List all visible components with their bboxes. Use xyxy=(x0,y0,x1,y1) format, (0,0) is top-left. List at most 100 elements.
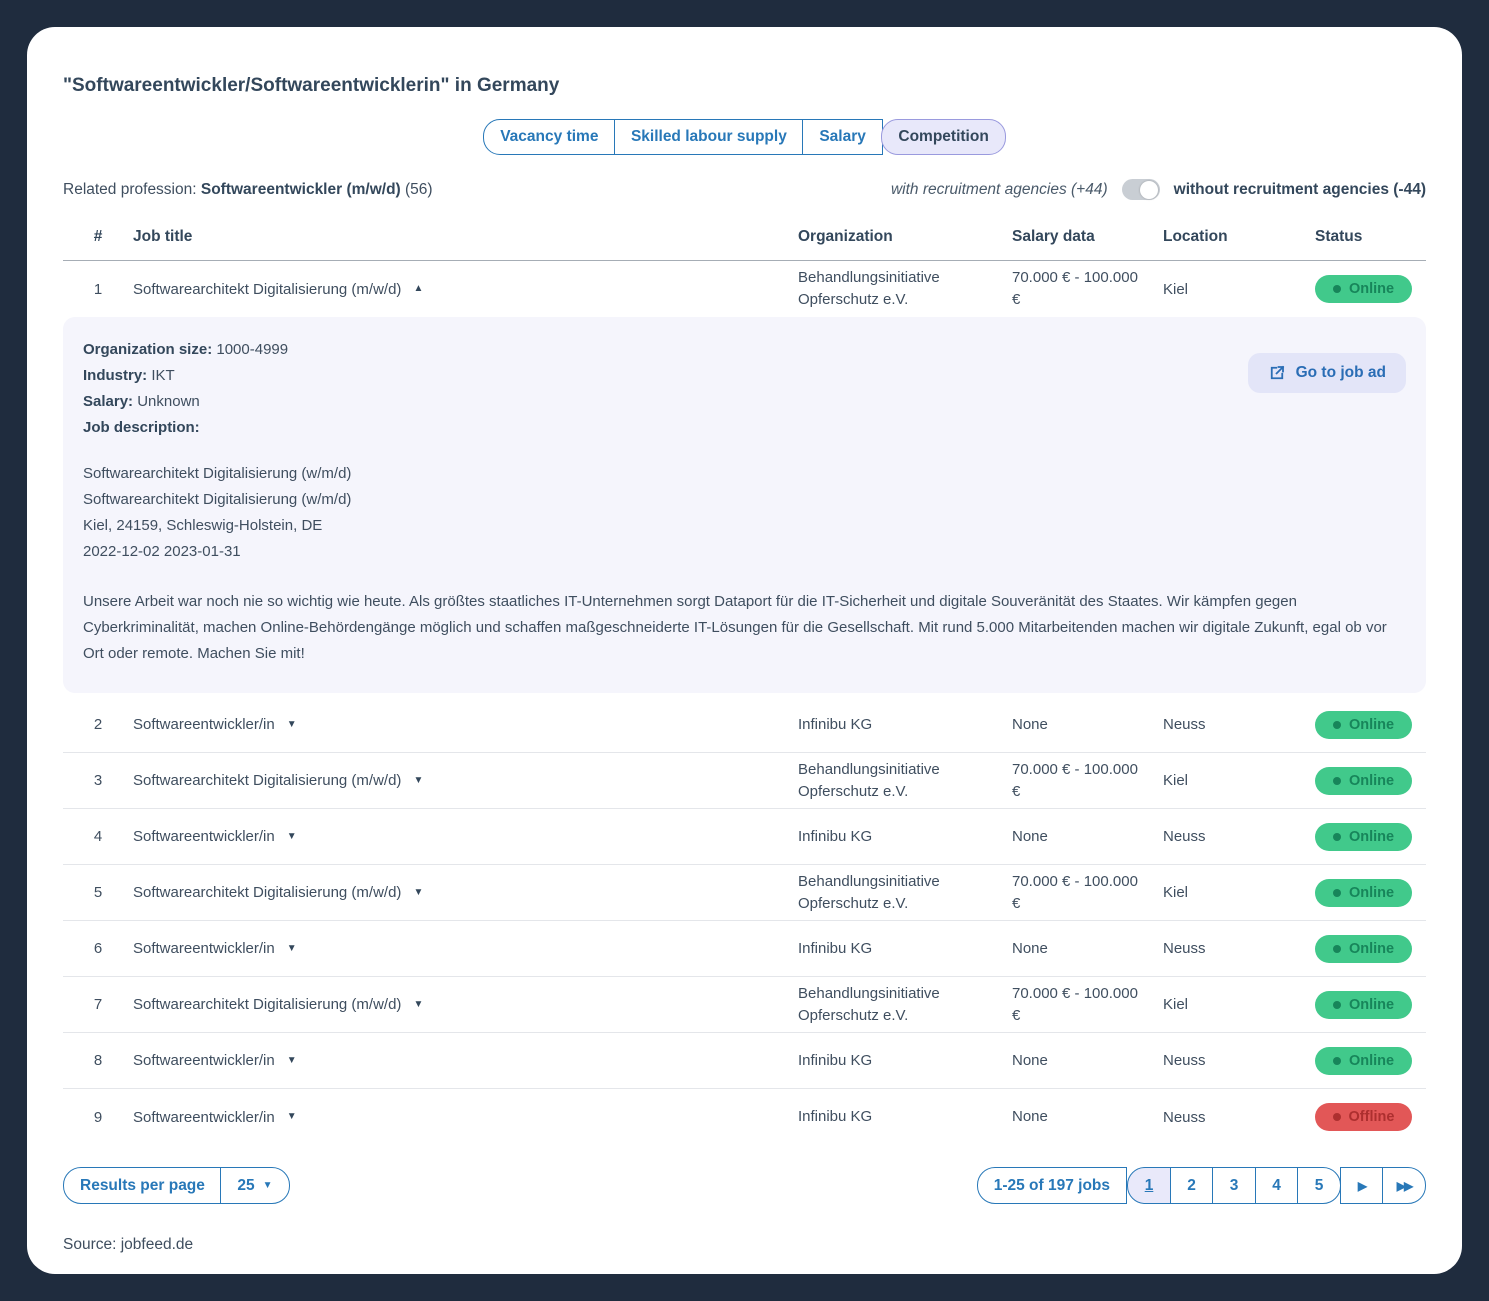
status-badge: Online xyxy=(1315,991,1412,1019)
row-number: 1 xyxy=(63,281,133,298)
status-label: Online xyxy=(1349,281,1394,297)
salary-data: None xyxy=(1012,714,1163,736)
pagination-page-4[interactable]: 4 xyxy=(1255,1167,1299,1204)
salary-data: None xyxy=(1012,938,1163,960)
salary-data: None xyxy=(1012,1050,1163,1072)
expand-caret-icon[interactable]: ▼ xyxy=(413,776,423,786)
results-per-page-label: Results per page xyxy=(63,1167,222,1204)
status-badge: Online xyxy=(1315,935,1412,963)
tab-skilled-labour-supply[interactable]: Skilled labour supply xyxy=(614,119,804,155)
salary-data: None xyxy=(1012,1106,1163,1128)
header-organization: Organization xyxy=(798,226,1012,248)
related-profession: Related profession: Softwareentwickler (… xyxy=(63,181,433,199)
job-title: Softwarearchitekt Digitalisierung (m/w/d… xyxy=(133,281,401,298)
tab-bar: Vacancy timeSkilled labour supplySalaryC… xyxy=(483,119,1006,155)
tab-competition[interactable]: Competition xyxy=(881,119,1005,155)
pagination: 1-25 of 197 jobs 12345 ▶ ▶▶ xyxy=(977,1167,1426,1204)
table-row: 9 Softwareentwickler/in ▼ Infinibu KG No… xyxy=(63,1089,1426,1145)
salary-data: 70.000 € - 100.000 € xyxy=(1012,759,1163,803)
table-row: 4 Softwareentwickler/in ▼ Infinibu KG No… xyxy=(63,809,1426,865)
table-row: 5 Softwarearchitekt Digitalisierung (m/w… xyxy=(63,865,1426,921)
chevron-down-icon: ▼ xyxy=(263,1177,273,1195)
header-salary-data: Salary data xyxy=(1012,226,1163,248)
status-label: Online xyxy=(1349,773,1394,789)
expand-caret-icon[interactable]: ▼ xyxy=(287,720,297,730)
job-title: Softwarearchitekt Digitalisierung (m/w/d… xyxy=(133,772,401,789)
pagination-range-label: 1-25 of 197 jobs xyxy=(977,1167,1127,1204)
expand-caret-icon[interactable]: ▲ xyxy=(413,284,423,294)
status-label: Online xyxy=(1349,997,1394,1013)
table-row: 1 Softwarearchitekt Digitalisierung (m/w… xyxy=(63,261,1426,317)
status-dot-icon xyxy=(1333,945,1341,953)
status-label: Online xyxy=(1349,1053,1394,1069)
tab-salary[interactable]: Salary xyxy=(802,119,883,155)
job-description-paragraph: Unsere Arbeit war noch nie so wichtig wi… xyxy=(83,589,1393,667)
status-label: Online xyxy=(1349,717,1394,733)
organization: Infinibu KG xyxy=(798,1050,1012,1072)
status-badge: Online xyxy=(1315,1047,1412,1075)
related-profession-value: Softwareentwickler (m/w/d) xyxy=(201,181,401,198)
related-profession-label: Related profession: xyxy=(63,181,197,198)
pagination-next-button[interactable]: ▶ xyxy=(1340,1167,1384,1204)
status-label: Online xyxy=(1349,885,1394,901)
status-badge: Online xyxy=(1315,879,1412,907)
last-page-icon: ▶▶ xyxy=(1397,1177,1411,1195)
salary-data: None xyxy=(1012,826,1163,848)
status-badge: Online xyxy=(1315,275,1412,303)
location: Kiel xyxy=(1163,996,1315,1013)
organization: Infinibu KG xyxy=(798,1106,1012,1128)
job-title: Softwareentwickler/in xyxy=(133,828,275,845)
expand-caret-icon[interactable]: ▼ xyxy=(287,832,297,842)
header-job-title: Job title xyxy=(133,228,798,246)
row-number: 8 xyxy=(63,1052,133,1069)
results-per-page-select[interactable]: 25 ▼ xyxy=(220,1167,289,1204)
row-number: 5 xyxy=(63,884,133,901)
table-row: 3 Softwarearchitekt Digitalisierung (m/w… xyxy=(63,753,1426,809)
status-dot-icon xyxy=(1333,889,1341,897)
header-status: Status xyxy=(1315,228,1426,246)
expand-caret-icon[interactable]: ▼ xyxy=(413,1000,423,1010)
location: Neuss xyxy=(1163,828,1315,845)
pagination-page-2[interactable]: 2 xyxy=(1170,1167,1214,1204)
location: Kiel xyxy=(1163,772,1315,789)
status-dot-icon xyxy=(1333,1001,1341,1009)
status-badge: Online xyxy=(1315,711,1412,739)
organization: Behandlungsinitiative Opferschutz e.V. xyxy=(798,759,1012,803)
toggle-label-without-agencies: without recruitment agencies (-44) xyxy=(1174,181,1426,199)
source-note: Source: jobfeed.de xyxy=(63,1236,1426,1254)
expand-caret-icon[interactable]: ▼ xyxy=(287,1112,297,1122)
table-header: # Job title Organization Salary data Loc… xyxy=(63,226,1426,261)
results-per-page-control: Results per page 25 ▼ xyxy=(63,1167,290,1204)
organization: Infinibu KG xyxy=(798,826,1012,848)
row-number: 7 xyxy=(63,996,133,1013)
job-detail-panel: Organization size: 1000-4999 Industry: I… xyxy=(63,317,1426,693)
toggle-knob xyxy=(1140,181,1158,199)
go-to-job-ad-button[interactable]: Go to job ad xyxy=(1248,353,1406,393)
salary-data: 70.000 € - 100.000 € xyxy=(1012,983,1163,1027)
expand-caret-icon[interactable]: ▼ xyxy=(413,888,423,898)
agency-toggle[interactable] xyxy=(1122,179,1160,200)
location: Kiel xyxy=(1163,281,1315,298)
status-label: Offline xyxy=(1349,1109,1395,1125)
related-profession-count: (56) xyxy=(405,181,433,198)
expand-caret-icon[interactable]: ▼ xyxy=(287,944,297,954)
expand-caret-icon[interactable]: ▼ xyxy=(287,1056,297,1066)
row-number: 9 xyxy=(63,1109,133,1126)
organization: Infinibu KG xyxy=(798,938,1012,960)
pagination-page-1[interactable]: 1 xyxy=(1127,1167,1171,1204)
pagination-page-5[interactable]: 5 xyxy=(1297,1167,1341,1204)
main-card: "Softwareentwickler/Softwareentwicklerin… xyxy=(27,27,1462,1274)
status-label: Online xyxy=(1349,941,1394,957)
row-number: 4 xyxy=(63,828,133,845)
status-dot-icon xyxy=(1333,285,1341,293)
pagination-page-3[interactable]: 3 xyxy=(1212,1167,1256,1204)
header-num: # xyxy=(63,228,133,246)
status-badge: Online xyxy=(1315,823,1412,851)
pagination-last-button[interactable]: ▶▶ xyxy=(1382,1167,1426,1204)
status-dot-icon xyxy=(1333,1113,1341,1121)
location: Neuss xyxy=(1163,940,1315,957)
job-title: Softwareentwickler/in xyxy=(133,940,275,957)
row-number: 3 xyxy=(63,772,133,789)
table-row: 7 Softwarearchitekt Digitalisierung (m/w… xyxy=(63,977,1426,1033)
tab-vacancy-time[interactable]: Vacancy time xyxy=(483,119,615,155)
